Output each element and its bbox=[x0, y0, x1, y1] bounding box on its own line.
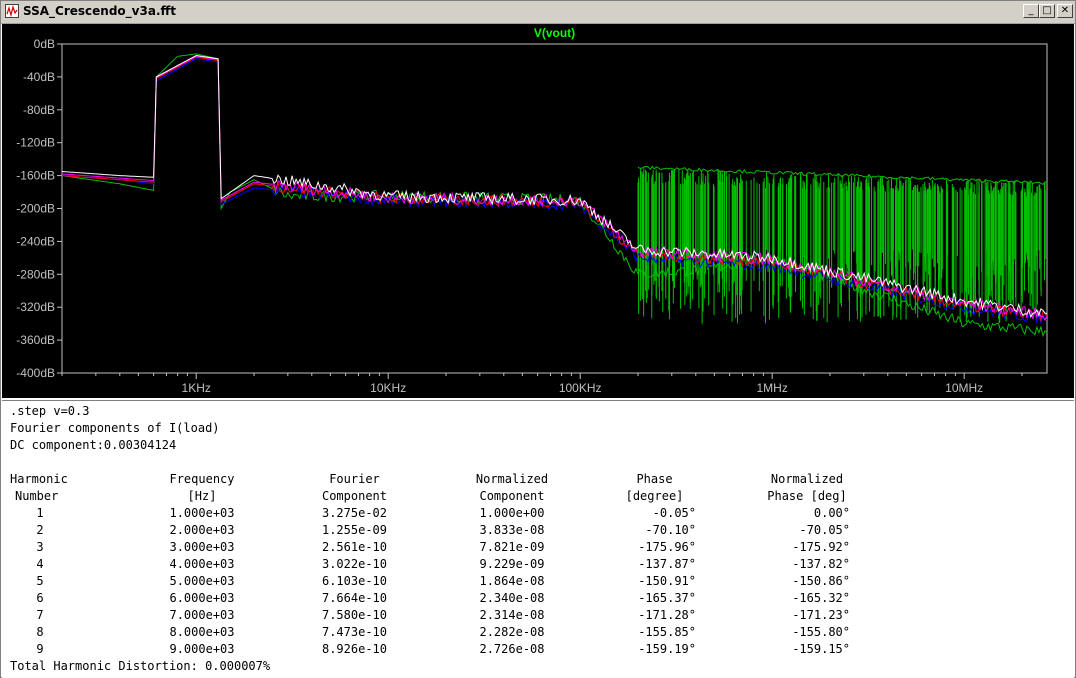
fft-plot-pane[interactable]: V(vout) 0dB -40dB -80dB -120dB -160dB -200dB -2… bbox=[2, 24, 1074, 398]
table-cell: 7.473e-10 bbox=[321, 625, 388, 639]
table-cell: 1.000e+00 bbox=[479, 506, 545, 520]
table-cell: 7.580e-10 bbox=[321, 608, 388, 622]
y-tick-label: -160dB bbox=[16, 169, 55, 183]
table-cell: -155.85° bbox=[638, 625, 696, 639]
table-cell: 2.314e-08 bbox=[479, 608, 545, 622]
table-cell: -150.86° bbox=[792, 574, 850, 588]
minimize-button[interactable]: _ bbox=[1023, 4, 1039, 18]
y-tick-label: -120dB bbox=[16, 136, 55, 150]
table-header-cell: Normalized bbox=[770, 472, 844, 486]
table-header-cell: [degree] bbox=[625, 489, 684, 503]
table-header-cell: Fourier bbox=[329, 472, 380, 486]
table-cell: 3.833e-08 bbox=[479, 523, 545, 537]
title-bar[interactable]: SSA_Crescendo_v3a.fft _ □ ✕ bbox=[1, 1, 1075, 24]
table-header-cell: Component bbox=[321, 489, 388, 503]
table-cell: -175.92° bbox=[792, 540, 850, 554]
table-cell: -70.05° bbox=[799, 523, 850, 537]
table-cell: 2.340e-08 bbox=[479, 591, 545, 605]
table-cell: 3 bbox=[36, 540, 44, 554]
table-cell: 1.864e-08 bbox=[479, 574, 545, 588]
table-cell: 4.000e+03 bbox=[169, 557, 235, 571]
table-cell: 9 bbox=[36, 642, 44, 656]
log-fourier-line: Fourier components of I(load) bbox=[10, 421, 220, 435]
log-dc-line: DC component:0.00304124 bbox=[10, 438, 177, 452]
table-cell: -0.05° bbox=[652, 506, 696, 520]
table-cell: -159.15° bbox=[792, 642, 850, 656]
table-cell: 8.926e-10 bbox=[321, 642, 388, 656]
x-tick-label: 1MHz bbox=[757, 381, 788, 395]
table-header-cell: Number bbox=[15, 489, 59, 503]
y-tick-label: -280dB bbox=[16, 267, 55, 281]
table-cell: 0.00° bbox=[813, 506, 850, 520]
trace-label: V(vout) bbox=[534, 26, 575, 40]
y-tick-label: -360dB bbox=[16, 333, 55, 347]
table-cell: 2.561e-10 bbox=[321, 540, 388, 554]
fft-plot[interactable]: V(vout) 0dB -40dB -80dB -120dB -160dB -200dB -2… bbox=[2, 24, 1074, 398]
table-cell: -70.10° bbox=[645, 523, 696, 537]
table-cell: 7.000e+03 bbox=[169, 608, 235, 622]
y-tick-label: -240dB bbox=[16, 234, 55, 248]
table-cell: 1.255e-09 bbox=[321, 523, 388, 537]
table-cell: 7.664e-10 bbox=[321, 591, 388, 605]
table-cell: 2 bbox=[36, 523, 44, 537]
table-cell: 1.000e+03 bbox=[169, 506, 235, 520]
maximize-button[interactable]: □ bbox=[1039, 4, 1055, 18]
table-cell: 3.022e-10 bbox=[321, 557, 388, 571]
x-tick-label: 1KHz bbox=[182, 381, 211, 395]
table-cell: 6.103e-10 bbox=[321, 574, 388, 588]
table-cell: -150.91° bbox=[638, 574, 696, 588]
table-cell: 6 bbox=[36, 591, 44, 605]
table-cell: 5 bbox=[36, 574, 44, 588]
table-cell: 8.000e+03 bbox=[169, 625, 235, 639]
table-header-cell: [Hz] bbox=[187, 489, 217, 503]
table-cell: -165.32° bbox=[792, 591, 850, 605]
table-cell: 7.821e-09 bbox=[479, 540, 545, 554]
total-harmonic-distortion: Total Harmonic Distortion: 0.000007% bbox=[10, 659, 271, 673]
table-header-cell: Harmonic bbox=[10, 472, 68, 486]
table-cell: -165.37° bbox=[638, 591, 696, 605]
table-cell: -137.82° bbox=[792, 557, 850, 571]
fourier-log-pane[interactable]: .step v=0.3 Fourier components of I(load… bbox=[2, 400, 1074, 678]
table-header-cell: Frequency bbox=[169, 472, 235, 486]
x-tick-label: 100KHz bbox=[559, 381, 602, 395]
table-cell: 3.275e-02 bbox=[321, 506, 388, 520]
table-cell: 9.000e+03 bbox=[169, 642, 235, 656]
table-cell: 2.282e-08 bbox=[479, 625, 545, 639]
table-cell: -171.23° bbox=[792, 608, 850, 622]
y-tick-label: -200dB bbox=[16, 202, 55, 216]
log-step-line: .step v=0.3 bbox=[10, 404, 90, 418]
table-cell: 3.000e+03 bbox=[169, 540, 235, 554]
table-cell: -155.80° bbox=[792, 625, 850, 639]
x-tick-label: 10MHz bbox=[945, 381, 983, 395]
table-cell: -137.87° bbox=[638, 557, 696, 571]
y-tick-label: -400dB bbox=[16, 366, 55, 380]
application-window: SSA_Crescendo_v3a.fft _ □ ✕ V(vout) 0dB -4… bbox=[0, 0, 1076, 678]
y-tick-label: -320dB bbox=[16, 300, 55, 314]
y-tick-label: -80dB bbox=[23, 103, 55, 117]
table-cell: 1 bbox=[36, 506, 44, 520]
table-cell: -159.19° bbox=[638, 642, 696, 656]
table-cell: 8 bbox=[36, 625, 44, 639]
table-cell: 7 bbox=[36, 608, 44, 622]
table-cell: -171.28° bbox=[638, 608, 696, 622]
table-cell: 2.726e-08 bbox=[479, 642, 545, 656]
table-cell: 9.229e-09 bbox=[479, 557, 545, 571]
x-tick-label: 10KHz bbox=[370, 381, 406, 395]
table-cell: 2.000e+03 bbox=[169, 523, 235, 537]
table-header-cell: Phase [deg] bbox=[767, 489, 847, 503]
table-header-cell: Component bbox=[479, 489, 545, 503]
window-title: SSA_Crescendo_v3a.fft bbox=[23, 4, 176, 18]
table-cell: -175.96° bbox=[638, 540, 696, 554]
table-cell: 6.000e+03 bbox=[169, 591, 235, 605]
noise-floor-spikes bbox=[637, 168, 1046, 324]
y-tick-label: -40dB bbox=[23, 70, 55, 84]
table-cell: 5.000e+03 bbox=[169, 574, 235, 588]
waveform-app-icon bbox=[5, 4, 19, 18]
table-cell: 4 bbox=[36, 557, 44, 571]
table-header-cell: Normalized bbox=[475, 472, 549, 486]
close-button[interactable]: ✕ bbox=[1057, 4, 1073, 18]
y-tick-label: 0dB bbox=[34, 37, 55, 51]
table-header-cell: Phase bbox=[636, 472, 673, 486]
